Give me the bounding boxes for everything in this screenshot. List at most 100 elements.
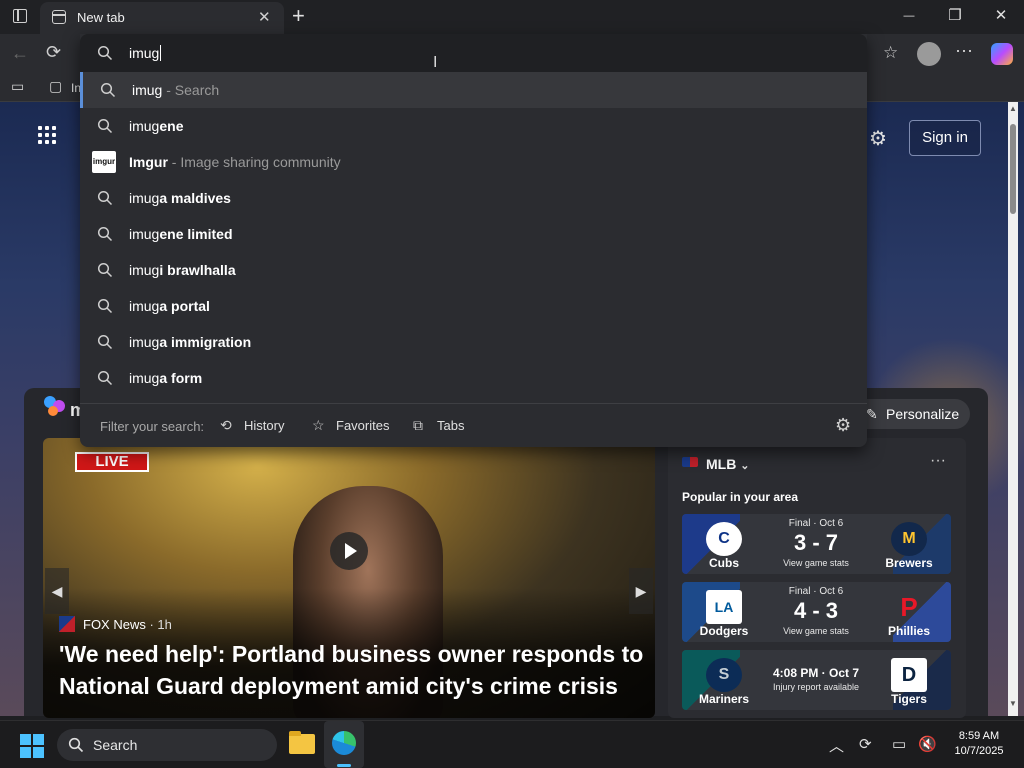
suggestion-item[interactable]: imugene <box>80 108 867 144</box>
game-stats-link[interactable]: View game stats <box>766 558 866 568</box>
msn-logo <box>44 396 68 420</box>
suggestion-item[interactable]: imugene limited <box>80 216 867 252</box>
filter-history-button[interactable]: ⟲ History <box>220 417 284 434</box>
injury-report-link[interactable]: Injury report available <box>766 682 866 692</box>
news-headline[interactable]: 'We need help': Portland business owner … <box>59 638 649 702</box>
next-arrow-icon[interactable]: ▶ <box>629 568 653 614</box>
mlb-logo <box>682 457 698 467</box>
network-icon[interactable]: ▭ <box>892 735 906 753</box>
phillies-logo: P <box>900 592 918 622</box>
suggestion-item[interactable]: imuga portal <box>80 288 867 324</box>
search-icon <box>97 190 113 206</box>
suggestion-text: imugene limited <box>129 226 233 242</box>
more-options-icon[interactable]: ··· <box>930 452 946 470</box>
suggestion-text: imugene <box>129 118 184 134</box>
search-filter-row: Filter your search: ⟲ History ☆ Favorites … <box>80 403 867 447</box>
filter-favorites-button[interactable]: ☆ Favorites <box>312 417 389 434</box>
search-icon <box>68 737 84 753</box>
history-icon: ⟲ <box>220 417 232 433</box>
chevron-down-icon[interactable]: ⌄ <box>740 460 749 472</box>
tabs-icon: ⧉ <box>413 417 423 433</box>
maximize-button[interactable]: ❐ <box>940 6 970 24</box>
volume-muted-icon[interactable]: 🔇 <box>918 735 937 753</box>
windows-start-icon[interactable] <box>20 734 44 758</box>
suggestion-text: Imgur - Image sharing community <box>129 154 341 170</box>
folder-icon[interactable]: ▢ <box>49 78 62 95</box>
suggestion-text: imugi brawlhalla <box>129 262 236 278</box>
hero-news-card[interactable]: LIVE ◀ ▶ FOX News · 1h 'We need help': P… <box>43 438 655 718</box>
file-explorer-icon[interactable] <box>289 731 315 754</box>
suggestion-item[interactable]: imug - Search <box>80 72 867 108</box>
back-icon[interactable]: ← <box>11 43 29 64</box>
game-stats-link[interactable]: View game stats <box>766 626 866 636</box>
suggestion-text: imuga immigration <box>129 334 252 350</box>
search-icon <box>97 370 113 386</box>
home-team-name: Tigers <box>891 692 927 706</box>
address-bar[interactable]: imug I <box>80 34 867 72</box>
suggestion-item[interactable]: imuga maldives <box>80 180 867 216</box>
away-team-name: Dodgers <box>699 624 749 638</box>
close-tab-icon[interactable]: ✕ <box>258 8 271 26</box>
imgur-logo: imgur <box>92 151 116 173</box>
search-icon <box>97 118 113 134</box>
cubs-logo: C <box>706 522 742 556</box>
suggestion-settings-gear-icon[interactable]: ⚙ <box>835 415 851 436</box>
copilot-icon[interactable] <box>991 43 1013 65</box>
suggestion-item[interactable]: imgur Imgur - Image sharing community <box>80 144 867 180</box>
address-input[interactable]: imug <box>129 45 162 61</box>
tigers-logo: D <box>891 658 927 692</box>
scrollbar-thumb[interactable] <box>1010 124 1016 214</box>
tab-actions-icon[interactable] <box>13 9 27 23</box>
edge-browser-icon[interactable] <box>324 721 364 768</box>
dodgers-logo: LA <box>706 590 742 624</box>
suggestion-item[interactable]: imuga form <box>80 360 867 396</box>
personalize-label: Personalize <box>886 406 960 422</box>
suggestion-item[interactable]: imugi brawlhalla <box>80 252 867 288</box>
page-settings-gear-icon[interactable]: ⚙ <box>869 126 887 151</box>
suggestion-text: imuga portal <box>129 298 210 314</box>
filter-tabs-button[interactable]: ⧉ Tabs <box>413 417 464 434</box>
game-card[interactable]: LA P Dodgers Phillies Final · Oct 6 4 - … <box>682 582 951 642</box>
game-card[interactable]: S D Mariners Tigers 4:08 PM · Oct 7 Inju… <box>682 650 951 710</box>
game-status: Final · Oct 6 <box>788 586 844 597</box>
tab-new-tab[interactable]: New tab ✕ <box>40 2 284 34</box>
mlb-scores-card: MLB ⌄ ··· Popular in your area C M Cubs … <box>668 438 966 718</box>
profile-avatar[interactable] <box>917 42 941 66</box>
more-options-icon[interactable]: ⋯ <box>955 41 973 62</box>
taskbar-search-box[interactable]: Search <box>57 729 277 761</box>
personalize-button[interactable]: ✎ Personalize <box>852 399 970 429</box>
search-icon <box>97 262 113 278</box>
suggestion-item[interactable]: imuga immigration <box>80 324 867 360</box>
close-window-button[interactable]: ✕ <box>986 6 1016 24</box>
clock-time: 8:59 AM <box>958 730 1000 742</box>
home-team-name: Brewers <box>885 556 933 570</box>
away-team-name: Mariners <box>698 692 750 706</box>
away-team-name: Cubs <box>709 556 739 570</box>
new-tab-button[interactable]: + <box>292 3 305 29</box>
mariners-logo: S <box>706 658 742 692</box>
windows-taskbar: Search ︿ ⟳ ▭ 🔇 8:59 AM 10/7/2025 <box>0 720 1024 768</box>
taskbar-search-label: Search <box>93 737 138 753</box>
show-hidden-icons-chevron-icon[interactable]: ︿ <box>829 735 844 756</box>
page-scrollbar[interactable]: ▲ ▼ <box>1008 102 1018 716</box>
suggestion-text: imuga form <box>129 370 203 386</box>
previous-arrow-icon[interactable]: ◀ <box>45 568 69 614</box>
minimize-button[interactable]: — <box>894 10 924 22</box>
game-score: 4 - 3 <box>793 598 839 623</box>
refresh-icon[interactable]: ⟳ <box>46 42 61 63</box>
game-card[interactable]: C M Cubs Brewers Final · Oct 6 3 - 7 Vie… <box>682 514 951 574</box>
sign-in-button[interactable]: Sign in <box>909 120 981 156</box>
mlb-title[interactable]: MLB ⌄ <box>706 456 749 472</box>
mlb-subtitle: Popular in your area <box>682 490 799 504</box>
favorites-menu-icon[interactable]: ▭ <box>11 78 24 95</box>
live-badge: LIVE <box>75 452 149 472</box>
app-launcher-icon[interactable] <box>38 126 58 146</box>
favorites-star-icon[interactable]: ☆ <box>883 43 898 63</box>
browser-title-bar: New tab ✕ + — ❐ ✕ <box>0 0 1024 34</box>
suggestion-text: imuga maldives <box>129 190 231 206</box>
system-clock[interactable]: 8:59 AM 10/7/2025 <box>944 729 1014 759</box>
search-icon <box>100 82 116 98</box>
play-icon[interactable] <box>330 532 368 570</box>
sync-icon[interactable]: ⟳ <box>859 735 872 753</box>
tab-title: New tab <box>77 10 125 25</box>
